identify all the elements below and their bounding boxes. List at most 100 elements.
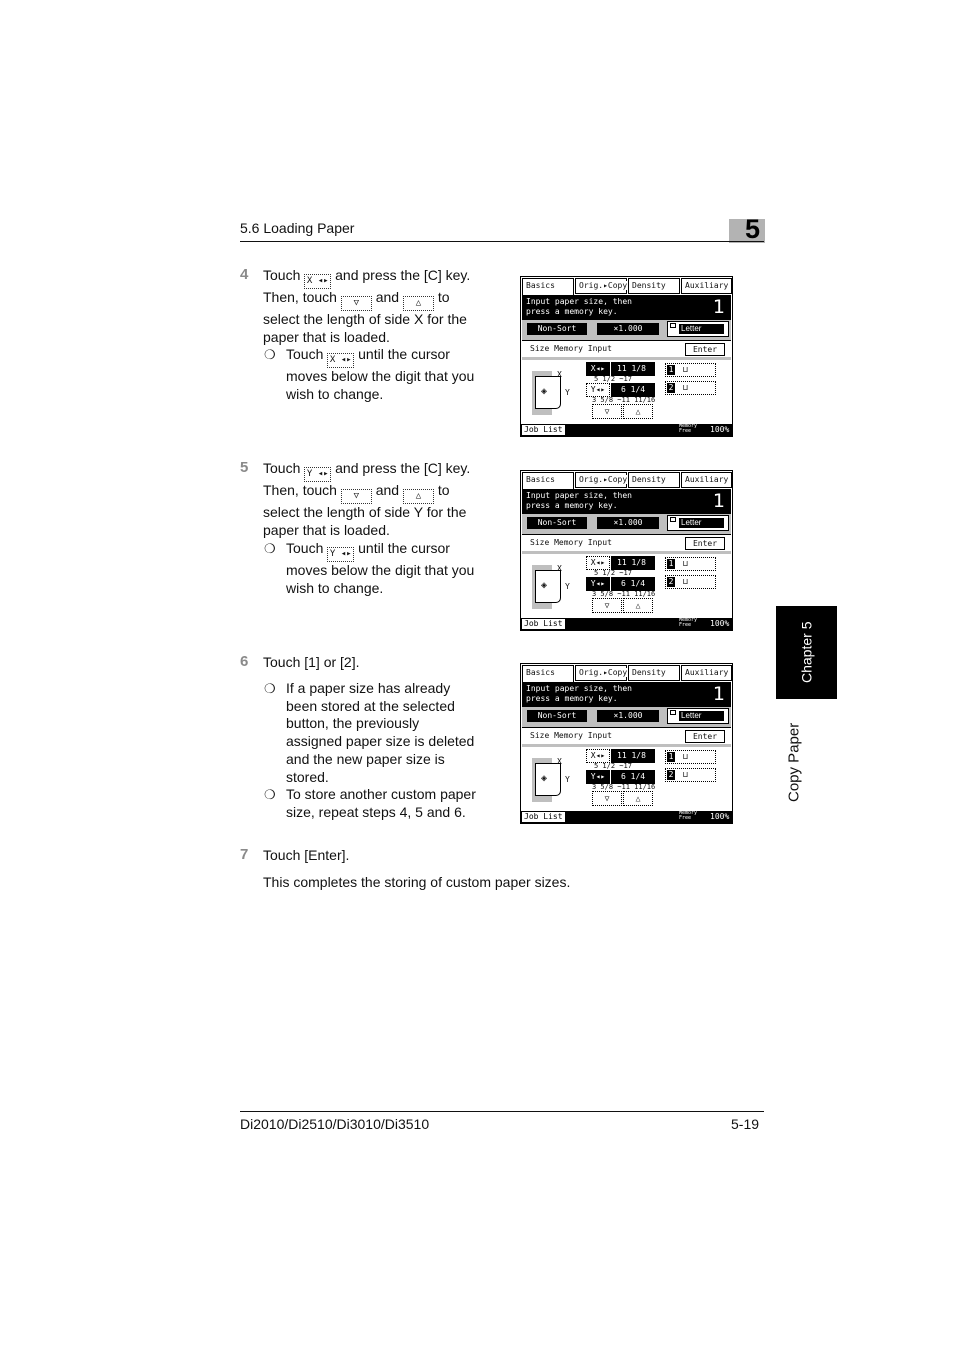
text: wish to change. bbox=[286, 579, 384, 596]
tab-auxiliary[interactable]: Auxiliary bbox=[681, 278, 732, 294]
sort-button[interactable]: Non-Sort bbox=[527, 323, 587, 335]
memory-key-number: 1 bbox=[667, 365, 675, 375]
memory-key-2[interactable]: 2 ⊔ bbox=[665, 381, 716, 395]
paper-button[interactable]: Letter bbox=[667, 321, 729, 337]
y-axis-button[interactable]: Y◂▸ bbox=[586, 383, 610, 397]
down-arrow-icon: ▽ bbox=[604, 794, 610, 803]
message-line-2: press a memory key. bbox=[526, 307, 618, 316]
x-axis-button[interactable]: X◂▸ bbox=[586, 362, 610, 376]
memory-key-1[interactable]: 1 ⊔ bbox=[665, 557, 716, 571]
text: until the cursor bbox=[358, 346, 450, 362]
memory-label: Memory Free bbox=[679, 811, 697, 821]
divider bbox=[522, 744, 731, 747]
text: select the length of side Y for the bbox=[263, 504, 467, 520]
copier-panel-step-4: Basics Orig.▸Copy Density Auxiliary Inpu… bbox=[520, 276, 733, 437]
tab-basics[interactable]: Basics bbox=[522, 472, 574, 490]
paper-button[interactable]: Letter bbox=[667, 515, 729, 531]
y-range: 3 5/8 ~11 11/16 bbox=[592, 590, 656, 598]
tab-density[interactable]: Density bbox=[628, 472, 680, 488]
message-bar: Input paper size, then press a memory ke… bbox=[522, 295, 731, 320]
section-header: Size Memory Input Enter bbox=[522, 534, 731, 552]
copy-count: 1 bbox=[712, 490, 725, 512]
side-tab-chapter: Chapter 5 bbox=[798, 621, 815, 684]
axis-x-label: X bbox=[557, 370, 562, 379]
down-arrow-button-icon: ▽ bbox=[340, 296, 372, 311]
text: moves below the digit that you bbox=[286, 368, 475, 384]
tab-auxiliary[interactable]: Auxiliary bbox=[681, 665, 732, 681]
x-axis-button[interactable]: X◂▸ bbox=[586, 556, 610, 570]
paper-size: Letter bbox=[679, 711, 724, 721]
memory-key-2[interactable]: 2 ⊔ bbox=[665, 768, 716, 782]
tab-label: Orig.▸Copy bbox=[579, 668, 628, 677]
x-range: 5 1/2 ~17 bbox=[594, 569, 632, 577]
y-axis-button[interactable]: Y◂▸ bbox=[586, 577, 610, 591]
bottom-bar: Job List Memory Free 100% bbox=[521, 811, 732, 823]
section-title: 5.6 Loading Paper bbox=[240, 220, 355, 236]
text: to bbox=[437, 482, 450, 498]
memory-free-value: 100% bbox=[710, 425, 730, 434]
sort-button[interactable]: Non-Sort bbox=[527, 710, 587, 722]
tab-orig-copy[interactable]: Orig.▸Copy bbox=[575, 472, 628, 488]
text: Touch bbox=[286, 346, 324, 362]
text: paper that is loaded. bbox=[263, 521, 390, 538]
increase-button[interactable]: △ bbox=[623, 404, 653, 419]
tab-orig-copy[interactable]: Orig.▸Copy bbox=[575, 665, 628, 681]
decrease-button[interactable]: ▽ bbox=[592, 598, 622, 613]
decrease-button[interactable]: ▽ bbox=[592, 791, 622, 806]
bullet-icon: ❍ bbox=[264, 787, 276, 802]
text: paper that is loaded. bbox=[263, 328, 390, 345]
memory-free-value: 100% bbox=[710, 812, 730, 821]
text: button, the previously bbox=[286, 715, 420, 732]
footer-models: Di2010/Di2510/Di3010/Di3510 bbox=[240, 1116, 430, 1132]
text: stored. bbox=[286, 768, 329, 785]
memory-key-1[interactable]: 1 ⊔ bbox=[665, 363, 716, 377]
job-list-button[interactable]: Job List bbox=[522, 812, 565, 822]
tab-basics[interactable]: Basics bbox=[522, 278, 574, 296]
x-axis-button[interactable]: X◂▸ bbox=[586, 749, 610, 763]
step-number: 5 bbox=[240, 459, 249, 476]
side-tab-section: Copy Paper bbox=[785, 722, 803, 802]
memory-key-2[interactable]: 2 ⊔ bbox=[665, 575, 716, 589]
text: Free bbox=[679, 815, 692, 821]
x-value: 11 1/8 bbox=[611, 556, 655, 570]
store-arrow-icon: ⊔ bbox=[683, 383, 688, 392]
message-line-1: Input paper size, then bbox=[526, 684, 632, 693]
tab-label: Density bbox=[632, 475, 666, 484]
tab-density[interactable]: Density bbox=[628, 665, 680, 681]
text: and bbox=[375, 482, 400, 498]
job-list-button[interactable]: Job List bbox=[522, 619, 565, 629]
enter-button[interactable]: Enter bbox=[685, 343, 725, 356]
section-header: Size Memory Input Enter bbox=[522, 727, 731, 745]
axis-x-label: X bbox=[557, 564, 562, 573]
up-arrow-button-icon: △ bbox=[402, 296, 434, 311]
enter-button[interactable]: Enter bbox=[685, 730, 725, 743]
increase-button[interactable]: △ bbox=[623, 598, 653, 613]
tab-auxiliary[interactable]: Auxiliary bbox=[681, 472, 732, 488]
tray-icon bbox=[670, 323, 676, 328]
message-bar: Input paper size, then press a memory ke… bbox=[522, 489, 731, 514]
decrease-button[interactable]: ▽ bbox=[592, 404, 622, 419]
tab-basics[interactable]: Basics bbox=[522, 665, 574, 683]
tab-density[interactable]: Density bbox=[628, 278, 680, 294]
sort-button[interactable]: Non-Sort bbox=[527, 517, 587, 529]
tab-orig-copy[interactable]: Orig.▸Copy bbox=[575, 278, 628, 294]
job-list-button[interactable]: Job List bbox=[522, 425, 565, 435]
zoom-button[interactable]: ×1.000 bbox=[597, 323, 659, 335]
memory-key-1[interactable]: 1 ⊔ bbox=[665, 750, 716, 764]
enter-button[interactable]: Enter bbox=[685, 537, 725, 550]
y-axis-button[interactable]: Y◂▸ bbox=[586, 770, 610, 784]
bullet-icon: ❍ bbox=[264, 681, 276, 696]
increase-button[interactable]: △ bbox=[623, 791, 653, 806]
text: Touch bbox=[263, 267, 301, 283]
paper-sheet-icon: ◈ bbox=[535, 376, 561, 409]
size-memory-title: Size Memory Input bbox=[530, 731, 612, 740]
zoom-button[interactable]: ×1.000 bbox=[597, 710, 659, 722]
y-range: 3 5/8 ~11 11/16 bbox=[592, 396, 656, 404]
y-axis-button-icon: Y ◂▸ bbox=[327, 547, 355, 562]
step-6-bullet-1: If a paper size has already been stored … bbox=[286, 680, 491, 786]
section-header: Size Memory Input Enter bbox=[522, 340, 731, 358]
memory-key-number: 2 bbox=[667, 770, 675, 780]
paper-size: Letter bbox=[679, 518, 724, 528]
paper-button[interactable]: Letter bbox=[667, 708, 729, 724]
zoom-button[interactable]: ×1.000 bbox=[597, 517, 659, 529]
